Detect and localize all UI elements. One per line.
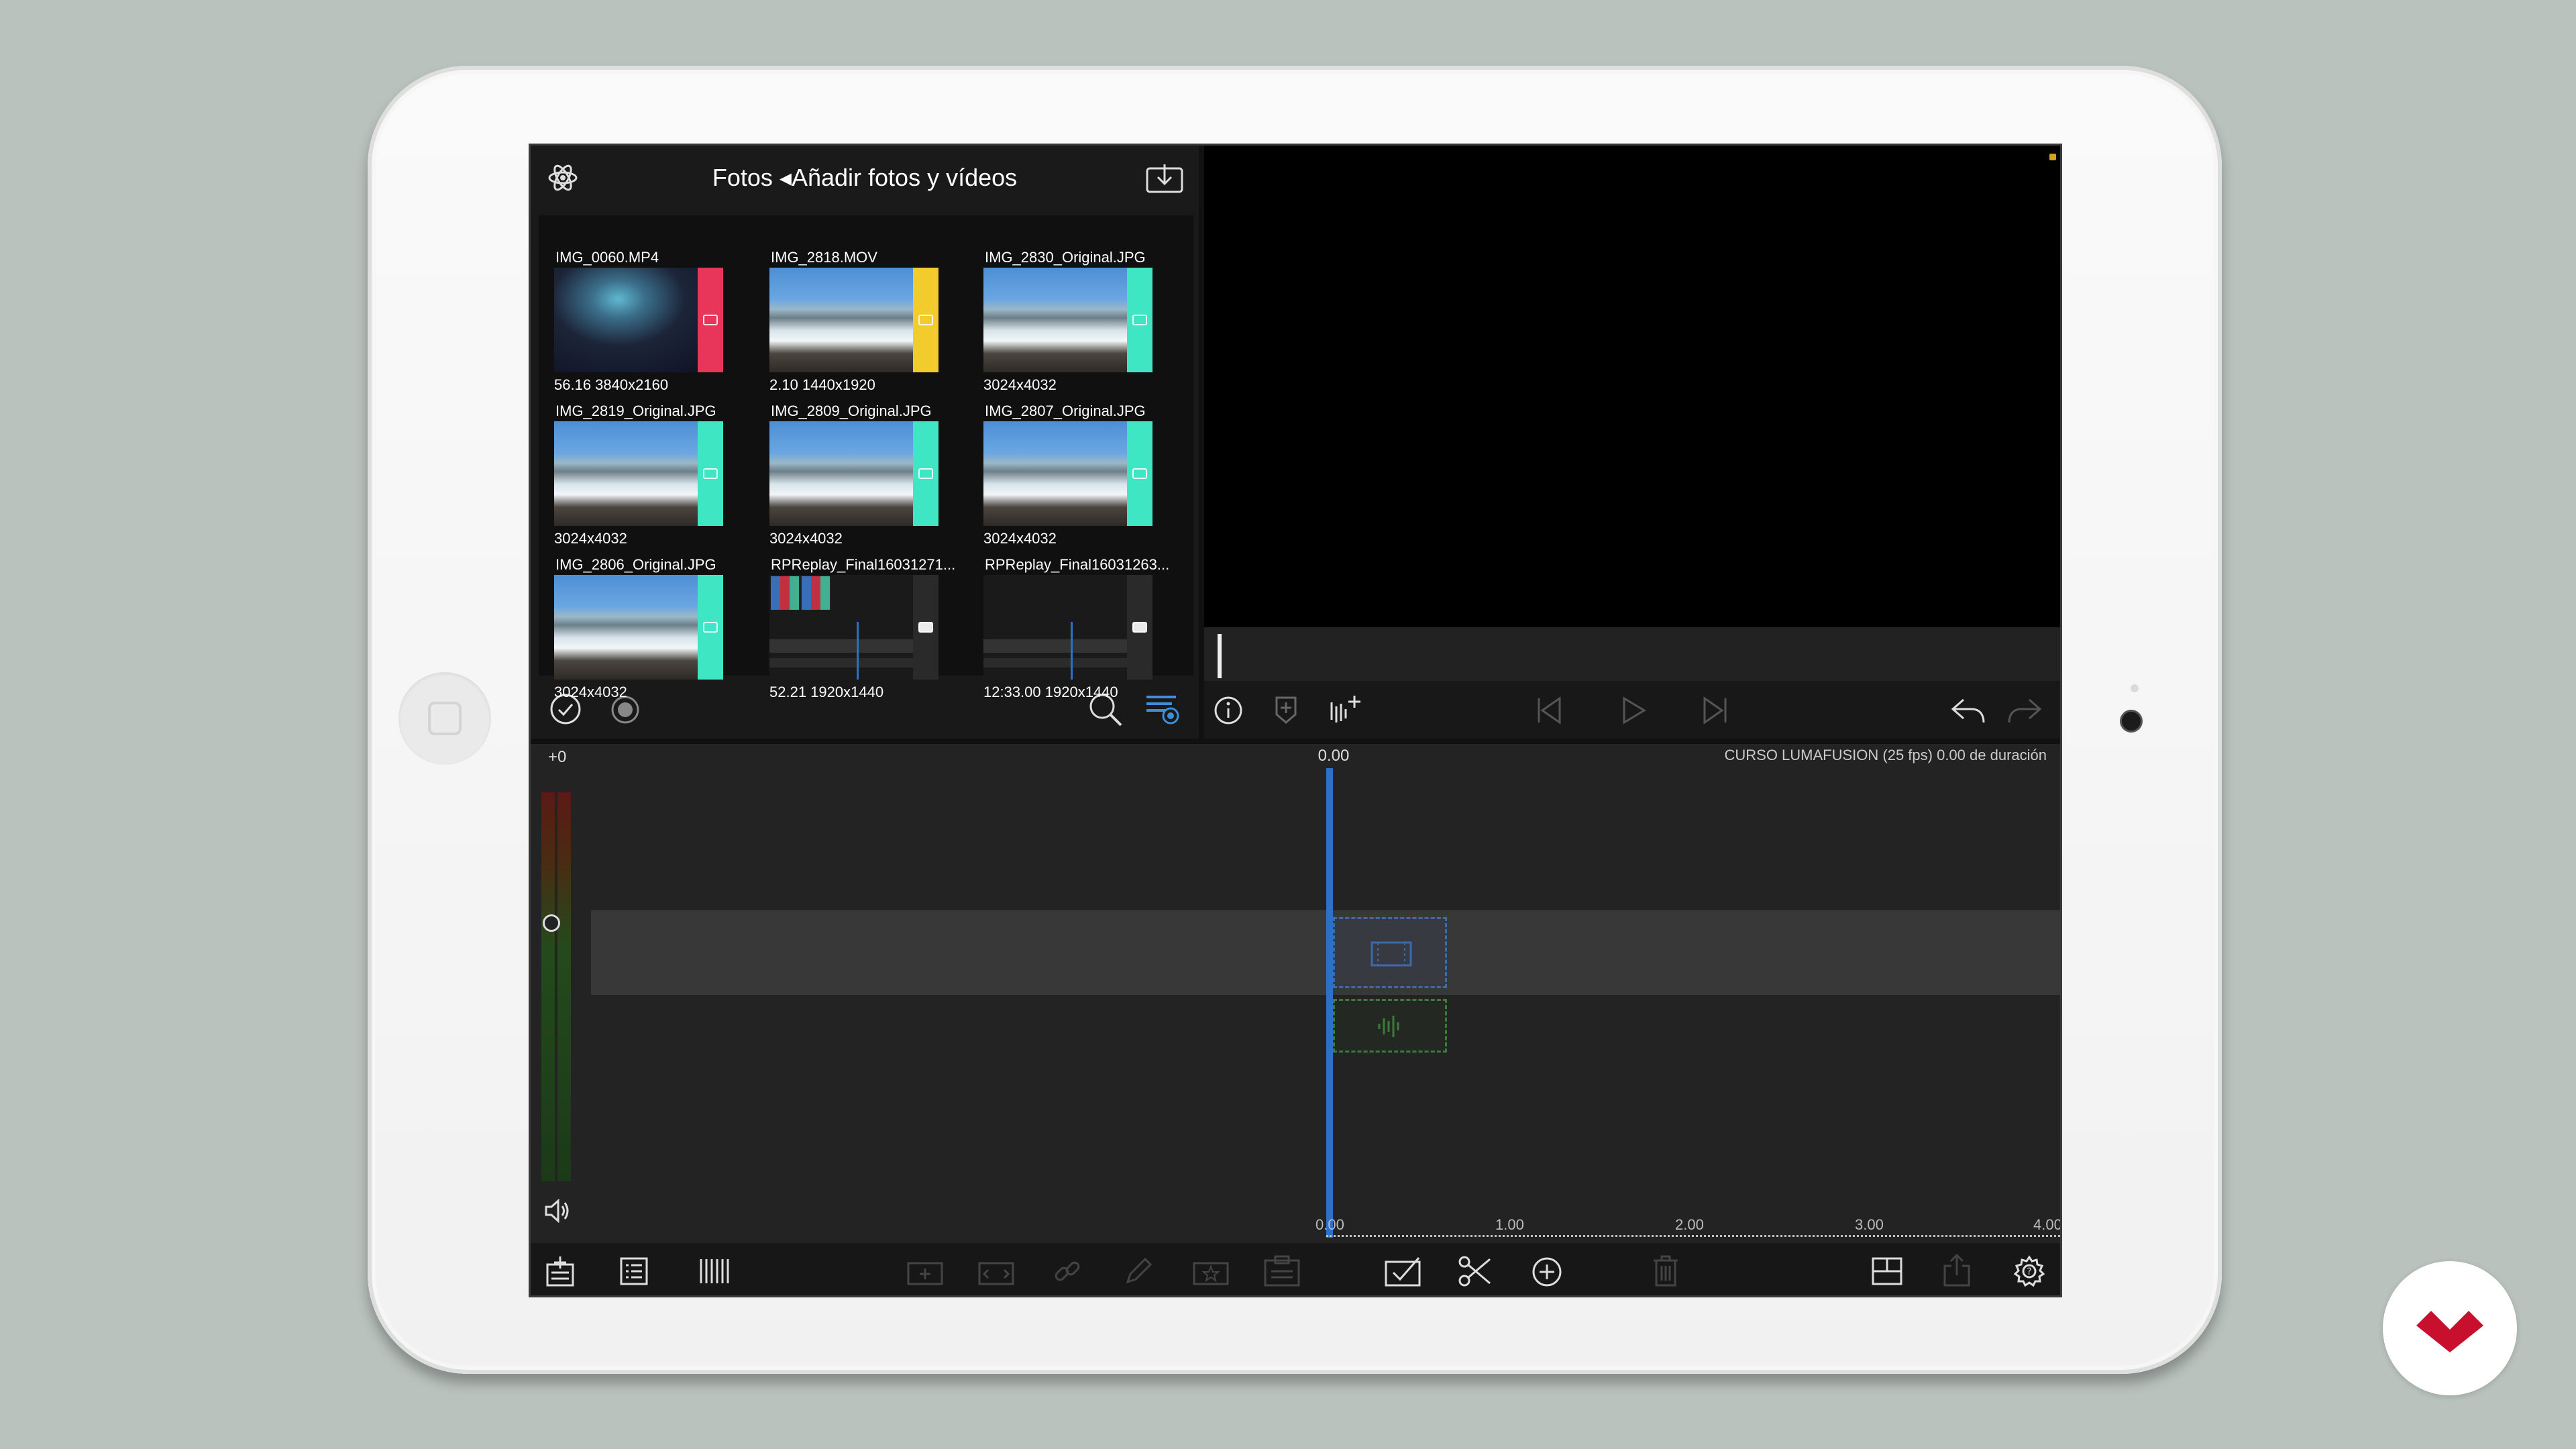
video-clip-icon [698, 268, 723, 372]
playhead-time: 0.00 [1318, 747, 1350, 765]
layout-icon[interactable] [1871, 1256, 1903, 1286]
ruler-label: 4.00 [2033, 1216, 2062, 1233]
svg-text:?: ? [2027, 1267, 2031, 1277]
media-item-name: RPReplay_Final16031271... [771, 556, 956, 573]
media-item-name: IMG_2806_Original.JPG [555, 556, 716, 573]
split-clip-icon[interactable] [977, 1256, 1015, 1286]
status-indicator [2049, 154, 2056, 160]
media-item-name: IMG_2807_Original.JPG [985, 402, 1146, 419]
photo-icon [698, 421, 723, 526]
redo-icon[interactable] [2006, 696, 2044, 725]
info-icon[interactable] [1214, 696, 1243, 725]
paste-icon[interactable] [1263, 1255, 1301, 1287]
viewer-scrub-head[interactable] [1218, 634, 1222, 678]
video-clip-icon [1127, 575, 1152, 680]
empty-audio-clip-slot[interactable] [1333, 999, 1447, 1053]
bottom-toolbar: ? [531, 1243, 2060, 1295]
photo-icon [698, 575, 723, 680]
add-track-icon[interactable] [545, 1255, 575, 1287]
project-info: CURSO LUMAFUSION (25 fps) 0.00 de duraci… [1724, 747, 2047, 763]
media-item-name: IMG_2819_Original.JPG [555, 402, 716, 419]
waveform-icon [1378, 1016, 1399, 1037]
media-browser-header: Fotos ◂Añadir fotos y vídeos [531, 146, 1199, 210]
video-clip-icon [913, 268, 938, 372]
empty-video-clip-slot[interactable] [1333, 917, 1447, 988]
ruler-ticks [1326, 1235, 2060, 1238]
brand-logo [2383, 1261, 2517, 1395]
time-ruler[interactable]: 0.00 1.00 2.00 3.00 4.00 [591, 1216, 2062, 1243]
audio-add-icon[interactable] [1329, 694, 1362, 725]
import-icon[interactable] [1145, 163, 1184, 194]
ruler-label: 0.00 [1316, 1216, 1344, 1233]
media-item-name: IMG_0060.MP4 [555, 249, 659, 266]
preview-viewer [1204, 146, 2060, 739]
media-item-meta: 52.21 1920x1440 [769, 684, 884, 700]
media-source-title[interactable]: Fotos ◂Añadir fotos y vídeos [531, 146, 1199, 210]
marker-icon[interactable] [1274, 696, 1298, 725]
media-item-meta: 56.16 3840x2160 [554, 376, 669, 393]
media-item-meta: 12:33.00 1920x1440 [983, 684, 1118, 700]
sensor-dot [2131, 684, 2139, 692]
trash-icon[interactable] [1652, 1255, 1679, 1287]
front-camera [2120, 710, 2143, 733]
select-check-icon[interactable] [1384, 1255, 1423, 1287]
photo-icon [1127, 268, 1152, 372]
brand-logo-mark [2416, 1311, 2483, 1352]
edit-pencil-icon[interactable] [1124, 1256, 1153, 1286]
timeline: +0 0.00 CURSO LUMAFUSION (25 fps) 0.00 d… [531, 744, 2062, 1243]
volume-knob[interactable] [543, 914, 560, 932]
media-browser: Fotos ◂Añadir fotos y vídeos IMG_0060.MP… [531, 146, 1199, 739]
ruler-label: 3.00 [1855, 1216, 1884, 1233]
sort-filter-icon[interactable] [1145, 693, 1180, 725]
lumafusion-screen: Fotos ◂Añadir fotos y vídeos IMG_0060.MP… [529, 144, 2062, 1297]
atom-icon[interactable] [547, 162, 579, 194]
film-icon [1371, 941, 1412, 967]
track-height-icon[interactable] [698, 1256, 731, 1286]
list-view-icon[interactable] [619, 1256, 649, 1286]
speaker-icon[interactable] [544, 1199, 571, 1223]
settings-gear-icon[interactable]: ? [2013, 1255, 2045, 1287]
ruler-label: 2.00 [1675, 1216, 1704, 1233]
skip-back-icon[interactable] [1536, 696, 1562, 725]
media-item-meta: 3024x4032 [769, 530, 843, 547]
link-icon[interactable] [1053, 1256, 1082, 1286]
media-item-meta: 2.10 1440x1920 [769, 376, 875, 393]
viewer-toolbar [1204, 681, 2060, 739]
media-item-name: IMG_2830_Original.JPG [985, 249, 1146, 266]
video-clip-icon [913, 575, 938, 680]
media-item-name: IMG_2818.MOV [771, 249, 877, 266]
photo-icon [1127, 421, 1152, 526]
scissors-icon[interactable] [1458, 1255, 1493, 1287]
ruler-label: 1.00 [1495, 1216, 1524, 1233]
favorite-icon[interactable] [1192, 1256, 1230, 1286]
undo-icon[interactable] [1949, 696, 1986, 725]
play-icon[interactable] [1620, 696, 1647, 725]
media-item-meta: 3024x4032 [554, 684, 627, 700]
audio-vu-meter [541, 757, 575, 1224]
timeline-playhead[interactable] [1326, 768, 1333, 1238]
media-item-name: IMG_2809_Original.JPG [771, 402, 932, 419]
add-circle-icon[interactable] [1532, 1256, 1562, 1287]
skip-forward-icon[interactable] [1702, 696, 1729, 725]
photo-icon [913, 421, 938, 526]
media-item-meta: 3024x4032 [983, 530, 1057, 547]
share-icon[interactable] [1942, 1254, 1972, 1287]
media-item-meta: 3024x4032 [554, 530, 627, 547]
viewer-scrub-bar[interactable] [1204, 627, 2060, 681]
home-button[interactable] [398, 672, 491, 765]
media-item-meta: 3024x4032 [983, 376, 1057, 393]
media-item-name: RPReplay_Final16031263... [985, 556, 1170, 573]
add-clip-icon[interactable] [906, 1256, 944, 1286]
